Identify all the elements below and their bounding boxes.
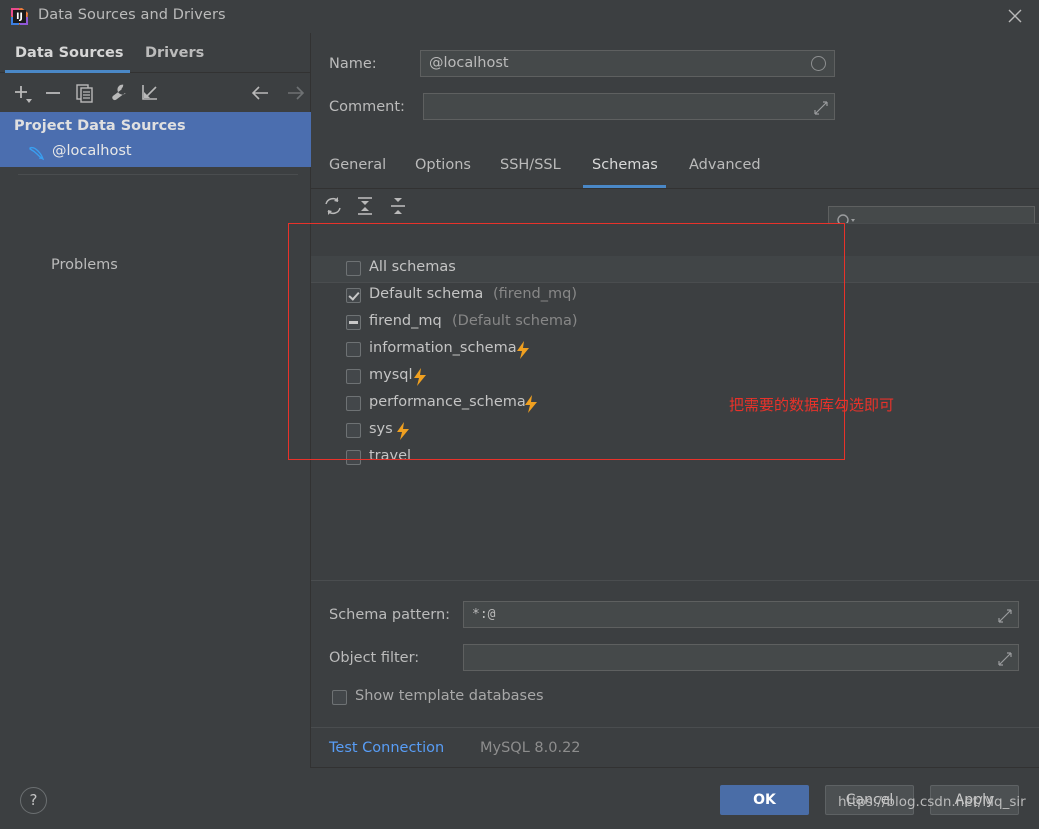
add-icon[interactable] xyxy=(10,80,36,106)
expand-all-icon[interactable] xyxy=(353,194,377,218)
schema-checkbox[interactable] xyxy=(346,288,361,303)
schema-label: sys xyxy=(369,421,393,437)
schema-label: performance_schema xyxy=(369,394,526,410)
test-connection-link[interactable]: Test Connection xyxy=(329,740,444,756)
sidebar-item-label: @localhost xyxy=(52,143,132,159)
status-circle-icon xyxy=(811,56,826,71)
refresh-icon[interactable] xyxy=(321,194,345,218)
schema-label: All schemas xyxy=(369,259,456,275)
sidebar-tab-drivers[interactable]: Drivers xyxy=(145,33,204,73)
schemas-bottom-divider xyxy=(311,580,1039,581)
sidebar-group-project-data-sources: Project Data Sources @localhost xyxy=(0,112,311,167)
tab-advanced[interactable]: Advanced xyxy=(689,143,761,188)
schema-row-sys[interactable]: sys xyxy=(311,418,1039,444)
name-value: @localhost xyxy=(429,55,509,71)
sidebar-item-problems[interactable]: Problems xyxy=(51,257,118,273)
schema-row-default-schema[interactable]: Default schema (firend_mq) xyxy=(311,283,1039,309)
schemas-list: All schemas Default schema (firend_mq) f… xyxy=(311,224,1039,579)
annotation-text: 把需要的数据库勾选即可 xyxy=(729,396,895,414)
object-filter-label: Object filter: xyxy=(329,650,420,666)
arrow-left-icon[interactable] xyxy=(248,80,274,106)
lightning-bolt-icon xyxy=(412,368,428,390)
expand-editor-icon[interactable] xyxy=(998,608,1012,627)
schema-row-mysql[interactable]: mysql xyxy=(311,364,1039,390)
arrow-right-icon[interactable] xyxy=(283,80,309,106)
schema-label: firend_mq xyxy=(369,313,442,329)
footer-divider xyxy=(311,727,1039,728)
schema-sublabel: (Default schema) xyxy=(452,313,578,329)
schema-checkbox[interactable] xyxy=(346,423,361,438)
expand-editor-icon[interactable] xyxy=(998,651,1012,670)
expand-editor-icon[interactable] xyxy=(814,100,828,119)
intellij-idea-icon: IJ xyxy=(10,7,29,26)
svg-text:IJ: IJ xyxy=(16,12,23,22)
sidebar-tab-indicator xyxy=(5,70,130,73)
tab-options[interactable]: Options xyxy=(415,143,471,188)
dialog-data-sources-and-drivers: IJ Data Sources and Drivers Data Sources… xyxy=(0,0,1039,829)
footer-divider-2 xyxy=(311,767,1039,768)
schema-checkbox[interactable] xyxy=(346,315,361,330)
copy-icon[interactable] xyxy=(73,80,99,106)
tab-schemas[interactable]: Schemas xyxy=(592,143,658,188)
sidebar-item-localhost[interactable]: @localhost xyxy=(0,140,311,167)
name-label: Name: xyxy=(329,56,377,72)
schema-pattern-label: Schema pattern: xyxy=(329,607,451,623)
sidebar: Data Sources Drivers Project Data Source… xyxy=(0,33,311,768)
sidebar-toolbar xyxy=(0,74,311,111)
schema-checkbox[interactable] xyxy=(346,342,361,357)
object-filter-input[interactable] xyxy=(463,644,1019,671)
lightning-bolt-icon xyxy=(523,395,539,417)
help-button[interactable]: ? xyxy=(20,787,47,814)
schema-row-performance-schema[interactable]: performance_schema xyxy=(311,391,1039,417)
sidebar-tab-data-sources[interactable]: Data Sources xyxy=(15,33,124,73)
comment-input[interactable] xyxy=(423,93,835,120)
wrench-icon[interactable] xyxy=(105,80,131,106)
schema-row-all-schemas[interactable]: All schemas xyxy=(311,256,1039,282)
remove-icon[interactable] xyxy=(41,80,67,106)
tab-general[interactable]: General xyxy=(329,143,386,188)
sidebar-divider xyxy=(18,174,298,175)
lightning-bolt-icon xyxy=(515,341,531,363)
ok-button[interactable]: OK xyxy=(720,785,809,815)
main-panel: Name: @localhost Comment: General Option… xyxy=(311,33,1039,768)
schema-label: Default schema xyxy=(369,286,484,302)
show-template-databases-label: Show template databases xyxy=(355,688,544,704)
name-input[interactable]: @localhost xyxy=(420,50,835,77)
tab-indicator xyxy=(583,185,666,188)
import-icon[interactable] xyxy=(137,80,163,106)
schema-checkbox[interactable] xyxy=(346,369,361,384)
collapse-all-icon[interactable] xyxy=(386,194,410,218)
schema-row-information-schema[interactable]: information_schema xyxy=(311,337,1039,363)
schema-label: information_schema xyxy=(369,340,517,356)
close-icon[interactable] xyxy=(991,0,1039,33)
mysql-dolphin-icon xyxy=(27,143,47,163)
driver-version-label: MySQL 8.0.22 xyxy=(480,740,581,756)
schema-row-firend-mq[interactable]: firend_mq (Default schema) xyxy=(311,310,1039,336)
schema-label: mysql xyxy=(369,367,413,383)
sidebar-group-label: Project Data Sources xyxy=(14,118,186,134)
schema-checkbox[interactable] xyxy=(346,261,361,276)
show-template-databases-checkbox[interactable] xyxy=(332,690,347,705)
schema-pattern-value: *:@ xyxy=(472,607,496,622)
schema-pattern-input[interactable]: *:@ xyxy=(463,601,1019,628)
settings-tabs: General Options SSH/SSL Schemas Advanced xyxy=(311,143,1039,189)
schema-checkbox[interactable] xyxy=(346,450,361,465)
schema-label: travel xyxy=(369,448,412,464)
sidebar-tabs: Data Sources Drivers xyxy=(0,33,311,73)
schema-sublabel: (firend_mq) xyxy=(493,286,577,302)
title-bar: IJ Data Sources and Drivers xyxy=(0,0,1039,33)
tab-ssh-ssl[interactable]: SSH/SSL xyxy=(500,143,561,188)
schema-checkbox[interactable] xyxy=(346,396,361,411)
window-title: Data Sources and Drivers xyxy=(38,7,226,23)
comment-label: Comment: xyxy=(329,99,405,115)
lightning-bolt-icon xyxy=(395,422,411,444)
watermark: https://blog.csdn.net/Mq_sir xyxy=(838,794,1026,810)
schema-row-travel[interactable]: travel xyxy=(311,445,1039,471)
